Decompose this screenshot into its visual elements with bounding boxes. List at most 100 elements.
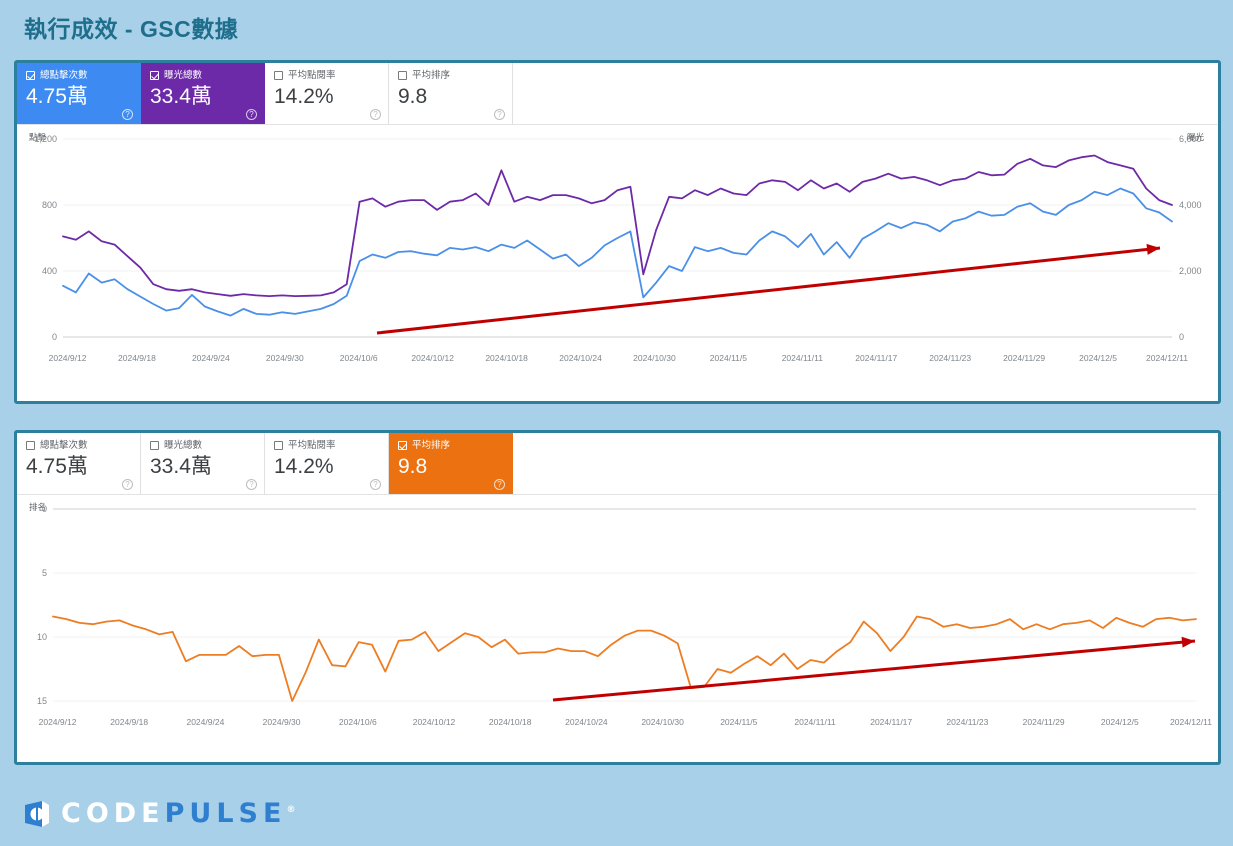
x-axis-tick-label: 2024/9/24 <box>186 717 225 727</box>
logo-text-code: CODE <box>61 798 165 829</box>
svg-text:5: 5 <box>42 568 47 578</box>
x-axis-tick-label: 2024/12/5 <box>1079 353 1117 363</box>
help-icon[interactable]: ? <box>494 479 505 490</box>
metric-card-label: 平均排序 <box>412 440 451 451</box>
page-title: 執行成效 - GSC數據 <box>24 16 239 42</box>
x-axis-tick-label: 2024/10/24 <box>565 717 608 727</box>
x-axis-tick-label: 2024/9/30 <box>262 717 301 727</box>
help-icon[interactable]: ? <box>246 479 257 490</box>
checkbox-icon[interactable] <box>274 71 283 80</box>
x-axis-tick-label: 2024/11/29 <box>1022 717 1065 727</box>
chart-1-x-axis-labels: 2024/9/12 2024/9/18 2024/9/24 2024/9/30 2024… <box>17 353 1218 369</box>
chart-2-plot-area: 排名 0 5 10 15 2024/9/12 2024/9/18 2024/9/24 202… <box>17 495 1218 733</box>
checkbox-icon[interactable] <box>398 71 407 80</box>
x-axis-tick-label: 2024/11/23 <box>929 353 972 363</box>
chart-1-plot-area: 點擊 曝光 0 400 800 1,200 0 2,000 4,000 6,000 2024/… <box>17 125 1218 369</box>
help-icon[interactable]: ? <box>370 109 381 120</box>
svg-text:10: 10 <box>37 632 47 642</box>
svg-text:0: 0 <box>1179 332 1184 342</box>
metric-card-row-2: 總點擊次數 4.75萬 ? 曝光總數 33.4萬 ? 平均點閱率 14.2% ? <box>17 433 1218 495</box>
metric-card-value: 33.4萬 <box>150 455 212 478</box>
x-axis-tick-label: 2024/11/11 <box>794 717 836 727</box>
x-axis-tick-label: 2024/10/24 <box>559 353 602 363</box>
metric-card-label: 總點擊次數 <box>40 440 88 451</box>
x-axis-tick-label: 2024/9/30 <box>265 353 304 363</box>
x-axis-tick-label: 2024/9/24 <box>191 353 230 363</box>
codepulse-mark-icon <box>25 800 49 827</box>
chart-1-y-axis-title: 點擊 <box>29 132 47 142</box>
chart-2-x-axis-labels: 2024/9/12 2024/9/18 2024/9/24 2024/9/30 2024… <box>17 717 1218 733</box>
svg-text:15: 15 <box>37 696 47 706</box>
metric-card-label: 平均排序 <box>412 70 451 81</box>
logo-text-pulse: PULSE <box>164 798 287 829</box>
x-axis-tick-label: 2024/10/6 <box>338 717 377 727</box>
checkbox-icon[interactable] <box>26 71 35 80</box>
codepulse-wordmark: CODEPULSE® <box>61 798 295 829</box>
metric-card-total-impressions[interactable]: 曝光總數 33.4萬 ? <box>141 63 265 124</box>
x-axis-tick-label: 2024/10/18 <box>485 353 528 363</box>
metric-card-value: 33.4萬 <box>150 85 212 108</box>
help-icon[interactable]: ? <box>370 479 381 490</box>
x-axis-tick-label: 2024/9/18 <box>118 353 156 363</box>
metric-card-header: 曝光總數 <box>150 70 255 81</box>
x-axis-tick-label: 2024/9/12 <box>38 717 77 727</box>
x-axis-tick-label: 2024/10/12 <box>412 717 456 727</box>
metric-card-header: 總點擊次數 <box>26 440 131 451</box>
x-axis-tick-label: 2024/9/18 <box>110 717 149 727</box>
metric-card-value: 14.2% <box>274 455 334 478</box>
metric-card-average-position[interactable]: 平均排序 9.8 ? <box>389 433 513 494</box>
metric-card-label: 總點擊次數 <box>40 70 88 81</box>
x-axis-tick-label: 2024/11/17 <box>870 717 913 727</box>
help-icon[interactable]: ? <box>494 109 505 120</box>
metric-card-header: 平均點閱率 <box>274 70 379 81</box>
metric-card-total-clicks[interactable]: 總點擊次數 4.75萬 ? <box>17 63 141 124</box>
checkbox-icon[interactable] <box>26 441 35 450</box>
svg-text:2,000: 2,000 <box>1179 266 1202 276</box>
metric-card-label: 曝光總數 <box>164 70 203 81</box>
svg-text:0: 0 <box>52 332 57 342</box>
metric-card-row-1: 總點擊次數 4.75萬 ? 曝光總數 33.4萬 ? 平均點閱率 14.2% ? <box>17 63 1218 125</box>
chart-2-svg: 051015 <box>37 504 1197 706</box>
checkbox-icon[interactable] <box>274 441 283 450</box>
registered-mark: ® <box>286 805 296 815</box>
svg-text:4,000: 4,000 <box>1179 200 1202 210</box>
x-axis-tick-label: 2024/10/18 <box>488 717 532 727</box>
metric-card-label: 平均點閱率 <box>288 440 336 451</box>
x-axis-tick-label: 2024/12/11 <box>1170 717 1212 727</box>
checkbox-icon[interactable] <box>398 441 407 450</box>
metric-card-average-position[interactable]: 平均排序 9.8 ? <box>389 63 513 124</box>
gsc-average-position-panel: 總點擊次數 4.75萬 ? 曝光總數 33.4萬 ? 平均點閱率 14.2% ? <box>14 430 1221 765</box>
x-axis-tick-label: 2024/11/29 <box>1003 353 1046 363</box>
metric-card-header: 曝光總數 <box>150 440 255 451</box>
x-axis-tick-label: 2024/11/11 <box>781 353 823 363</box>
metric-card-row-spacer <box>513 433 1218 494</box>
metric-card-label: 曝光總數 <box>164 440 203 451</box>
chart-1-svg: 04008001,20002,0004,0006,000 <box>34 134 1202 342</box>
help-icon[interactable]: ? <box>122 109 133 120</box>
metric-card-total-impressions[interactable]: 曝光總數 33.4萬 ? <box>141 433 265 494</box>
metric-card-average-ctr[interactable]: 平均點閱率 14.2% ? <box>265 63 389 124</box>
codepulse-logo: CODEPULSE® <box>22 798 295 829</box>
metric-card-header: 總點擊次數 <box>26 70 131 81</box>
metric-card-average-ctr[interactable]: 平均點閱率 14.2% ? <box>265 433 389 494</box>
help-icon[interactable]: ? <box>246 109 257 120</box>
svg-text:800: 800 <box>42 200 57 210</box>
chart-2-y-axis-title: 排名 <box>29 502 47 512</box>
x-axis-tick-label: 2024/11/5 <box>720 717 758 727</box>
checkbox-icon[interactable] <box>150 441 159 450</box>
x-axis-tick-label: 2024/12/5 <box>1100 717 1139 727</box>
metric-card-label: 平均點閱率 <box>288 70 336 81</box>
metric-card-value: 9.8 <box>398 455 428 478</box>
chart-1-y2-axis-title: 曝光 <box>1186 132 1204 142</box>
metric-card-value: 14.2% <box>274 85 334 108</box>
x-axis-tick-label: 2024/9/12 <box>48 353 87 363</box>
gsc-clicks-impressions-panel: 總點擊次數 4.75萬 ? 曝光總數 33.4萬 ? 平均點閱率 14.2% ? <box>14 60 1221 404</box>
x-axis-tick-label: 2024/11/17 <box>855 353 898 363</box>
svg-text:400: 400 <box>42 266 57 276</box>
checkbox-icon[interactable] <box>150 71 159 80</box>
metric-card-header: 平均排序 <box>398 440 503 451</box>
metric-card-value: 4.75萬 <box>26 85 88 108</box>
help-icon[interactable]: ? <box>122 479 133 490</box>
metric-card-total-clicks[interactable]: 總點擊次數 4.75萬 ? <box>17 433 141 494</box>
x-axis-tick-label: 2024/10/6 <box>339 353 378 363</box>
